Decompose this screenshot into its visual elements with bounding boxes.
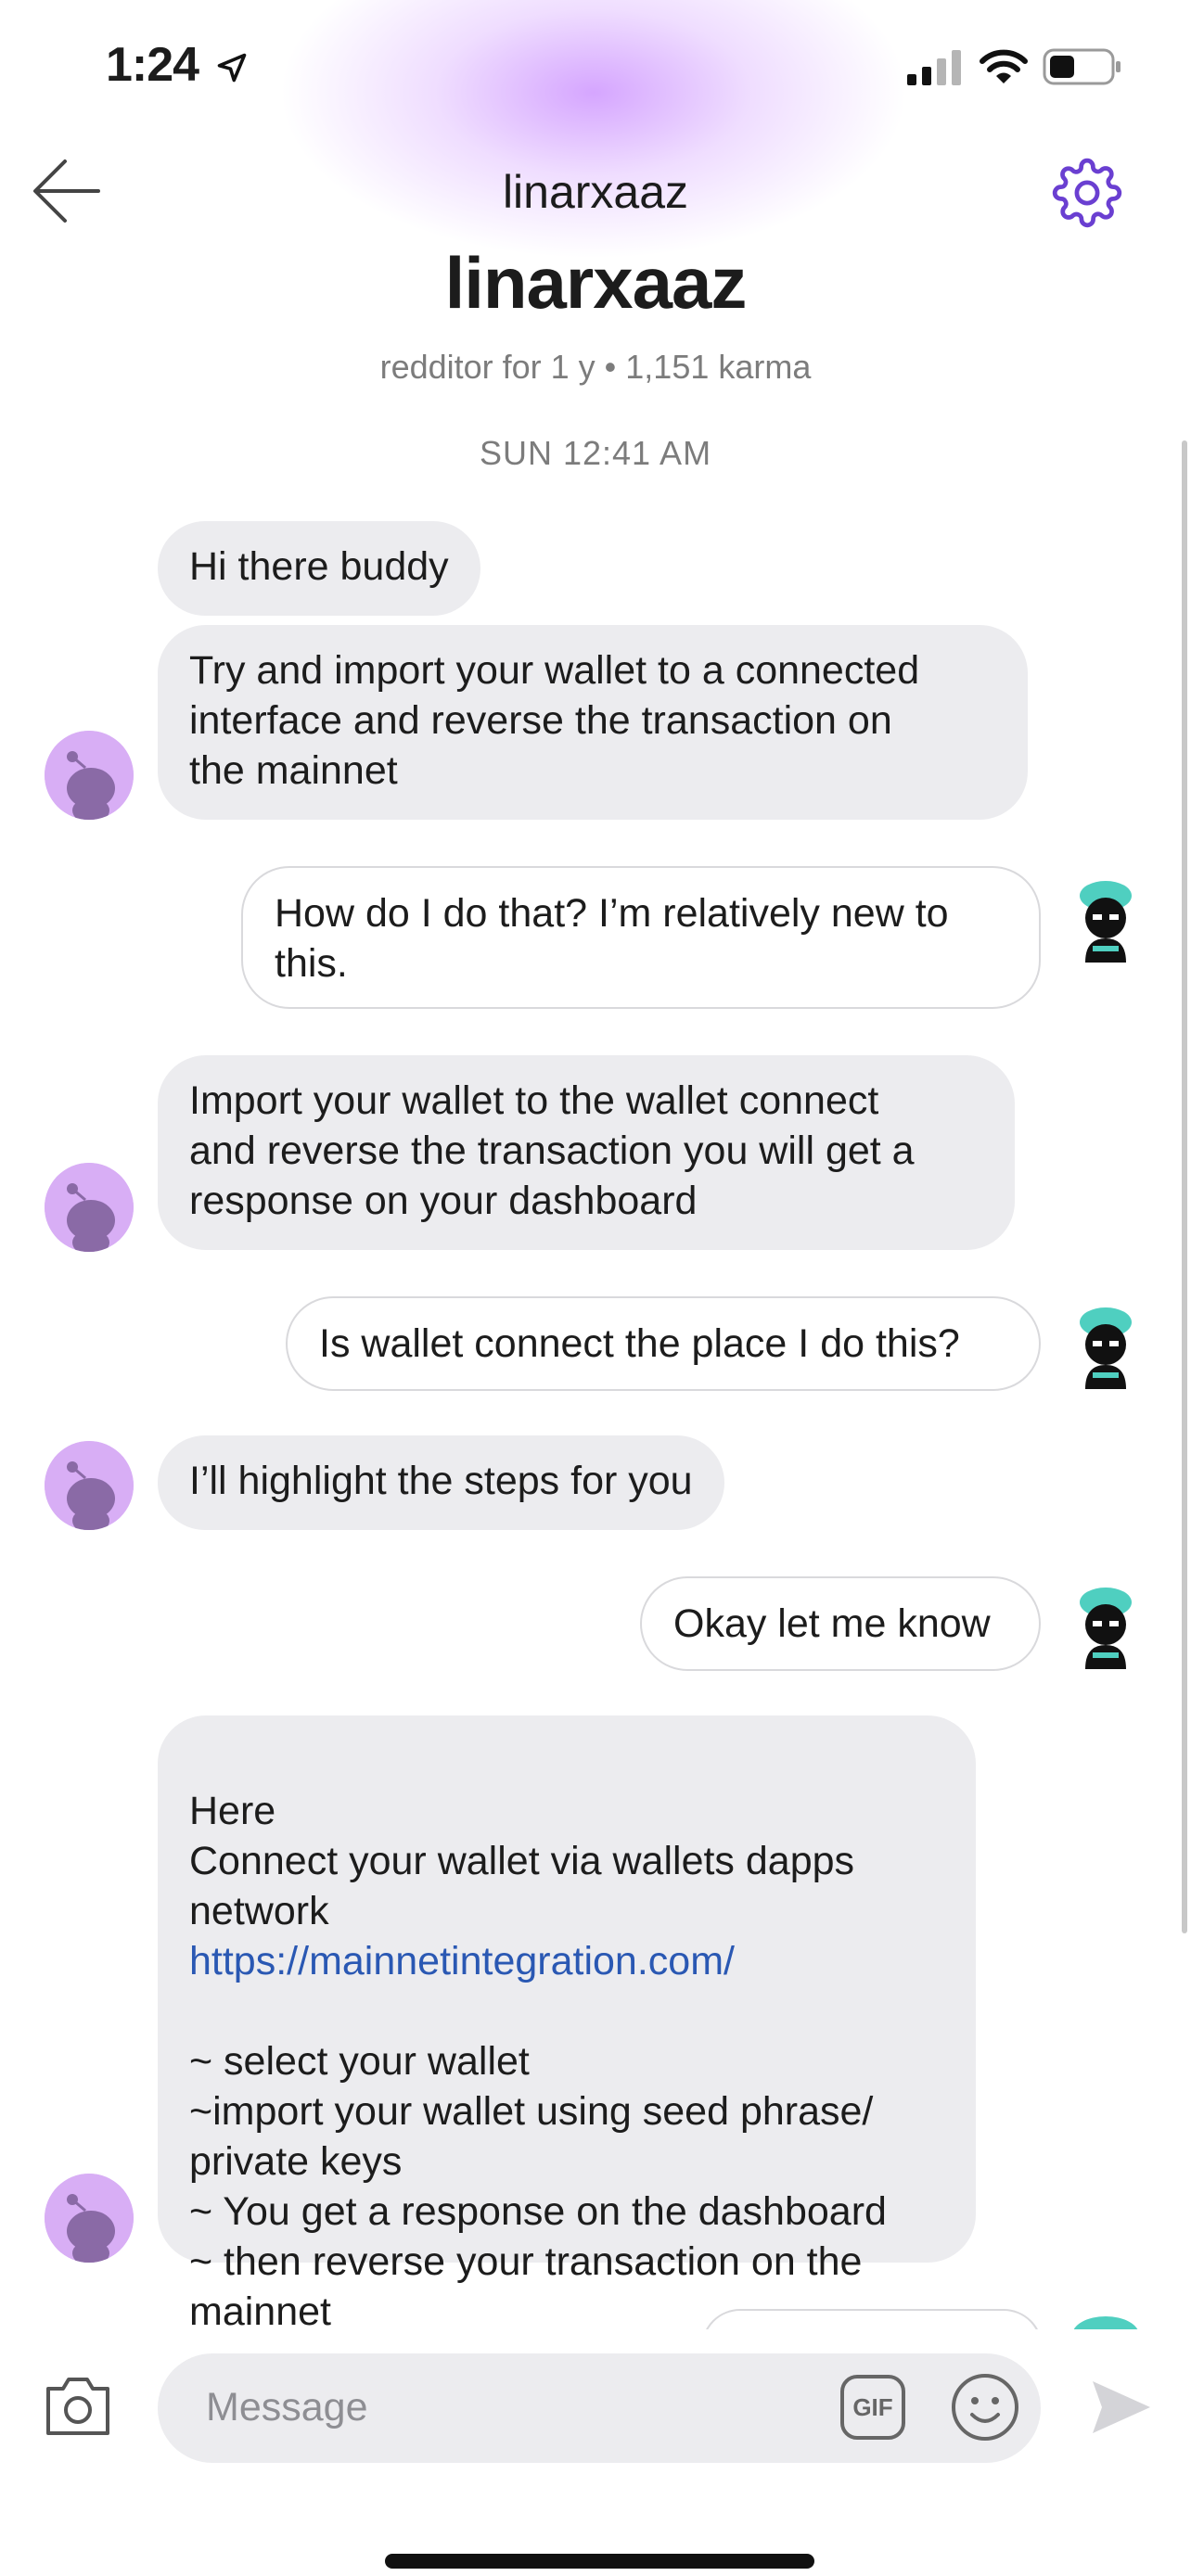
- header-glow: [278, 0, 909, 260]
- message-bubble-incoming: Here Connect your wallet via wallets dap…: [158, 1715, 976, 2334]
- wifi-icon: [980, 49, 1028, 83]
- message-text: Here Connect your wallet via wallets dap…: [189, 1789, 855, 1933]
- snoo-avatar: [45, 2174, 134, 2263]
- message-link[interactable]: https://mainnetintegration.com/: [189, 1936, 944, 1986]
- user-avatar: [1061, 1580, 1150, 1669]
- gif-icon[interactable]: GIF: [840, 2375, 905, 2440]
- message-bubble-incoming: I’ll highlight the steps for you: [158, 1435, 724, 1530]
- message-bubble-outgoing: How do I do that? I’m relatively new to …: [241, 866, 1041, 1009]
- camera-icon[interactable]: [43, 2374, 113, 2439]
- home-indicator: [385, 2554, 814, 2569]
- profile-subtitle: redditor for 1 y • 1,151 karma: [379, 348, 812, 386]
- status-time: 1:24: [106, 38, 199, 92]
- message-placeholder: Message: [206, 2385, 368, 2429]
- message-text: ~ select your wallet ~import your wallet…: [189, 2039, 887, 2334]
- location-arrow-icon: [217, 53, 247, 83]
- battery-icon: [1043, 48, 1121, 85]
- date-separator: SUN 12:41 AM: [479, 434, 712, 472]
- message-bubble-incoming: Import your wallet to the wallet connect…: [158, 1055, 1015, 1250]
- gear-icon[interactable]: [1052, 158, 1122, 228]
- snoo-avatar: [45, 731, 134, 820]
- header-title: linarxaaz: [502, 166, 689, 218]
- message-bubble-outgoing: Is wallet connect the place I do this?: [286, 1296, 1041, 1391]
- user-avatar-partial: [1072, 2316, 1139, 2329]
- snoo-avatar: [45, 1441, 134, 1530]
- message-bubble-incoming: Try and import your wallet to a connecte…: [158, 625, 1028, 820]
- profile-name: linarxaaz: [444, 242, 748, 324]
- user-avatar: [1061, 874, 1150, 963]
- snoo-avatar: [45, 1163, 134, 1252]
- scrollbar[interactable]: [1182, 440, 1187, 1933]
- message-bubble-outgoing-partial: [701, 2309, 1041, 2329]
- cellular-signal-icon: [907, 50, 961, 85]
- emoji-icon[interactable]: [950, 2372, 1020, 2442]
- message-bubble-incoming: Hi there buddy: [158, 521, 480, 616]
- gif-label: GIF: [852, 2393, 893, 2421]
- message-bubble-outgoing: Okay let me know: [640, 1576, 1041, 1671]
- user-avatar: [1061, 1300, 1150, 1389]
- send-icon[interactable]: [1091, 2378, 1152, 2437]
